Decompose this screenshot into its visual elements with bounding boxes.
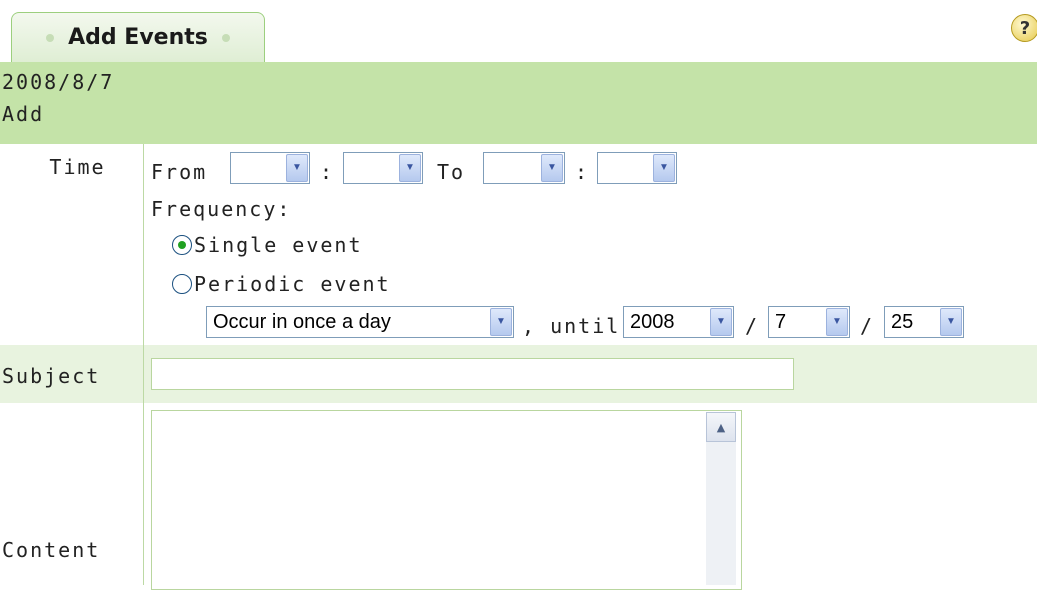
tab-right-dot [221,33,230,42]
single-event-radio[interactable] [172,235,192,255]
to-minute-select[interactable]: ▼ [597,152,677,184]
help-symbol: ? [1019,17,1031,39]
scrollbar-track[interactable] [706,442,736,585]
from-label: From [151,160,208,184]
content-textarea[interactable] [151,410,742,590]
from-hour-select[interactable]: ▼ [230,152,310,184]
date-text: 2008/8/7 [2,70,115,94]
from-colon: : [320,160,335,184]
date-separator: / [745,314,760,338]
occurrence-select[interactable]: Occur in once a day ▼ [206,306,514,338]
frequency-label: Frequency: [151,197,292,221]
chevron-down-icon: ▼ [286,154,308,182]
to-colon: : [575,160,590,184]
chevron-down-icon: ▼ [541,154,563,182]
header-band: 2008/8/7 Add [0,62,1037,144]
action-text: Add [2,102,45,126]
chevron-down-icon: ▼ [826,308,848,336]
tab-label: Add Events [68,25,208,50]
until-month-select[interactable]: 7 ▼ [768,306,850,338]
until-year-select[interactable]: 2008 ▼ [623,306,734,338]
periodic-event-label[interactable]: Periodic event [194,272,391,296]
until-day-select[interactable]: 25 ▼ [884,306,964,338]
tab-left-dot [46,33,55,42]
single-event-label[interactable]: Single event [194,233,363,257]
to-hour-select[interactable]: ▼ [483,152,565,184]
subject-label: Subject [2,364,101,388]
chevron-down-icon: ▼ [653,154,675,182]
from-minute-select[interactable]: ▼ [343,152,423,184]
help-icon[interactable]: ? [1011,14,1037,42]
periodic-event-radio[interactable] [172,274,192,294]
to-label: To [437,160,466,184]
chevron-down-icon: ▼ [940,308,962,336]
scroll-up-icon[interactable]: ▲ [706,412,736,442]
until-month-value: 7 [775,311,787,333]
until-day-value: 25 [891,311,914,333]
occurrence-value: Occur in once a day [213,311,391,333]
chevron-down-icon: ▼ [399,154,421,182]
until-year-value: 2008 [630,311,675,333]
time-label: Time [49,155,106,179]
content-label: Content [2,538,101,562]
chevron-down-icon: ▼ [490,308,512,336]
chevron-down-icon: ▼ [710,308,732,336]
subject-input[interactable] [151,358,794,390]
until-label: , until [522,314,621,338]
tab-bar: Add Events ? [0,0,1037,64]
tab-add-events[interactable]: Add Events [11,12,265,62]
date-separator: / [860,314,875,338]
